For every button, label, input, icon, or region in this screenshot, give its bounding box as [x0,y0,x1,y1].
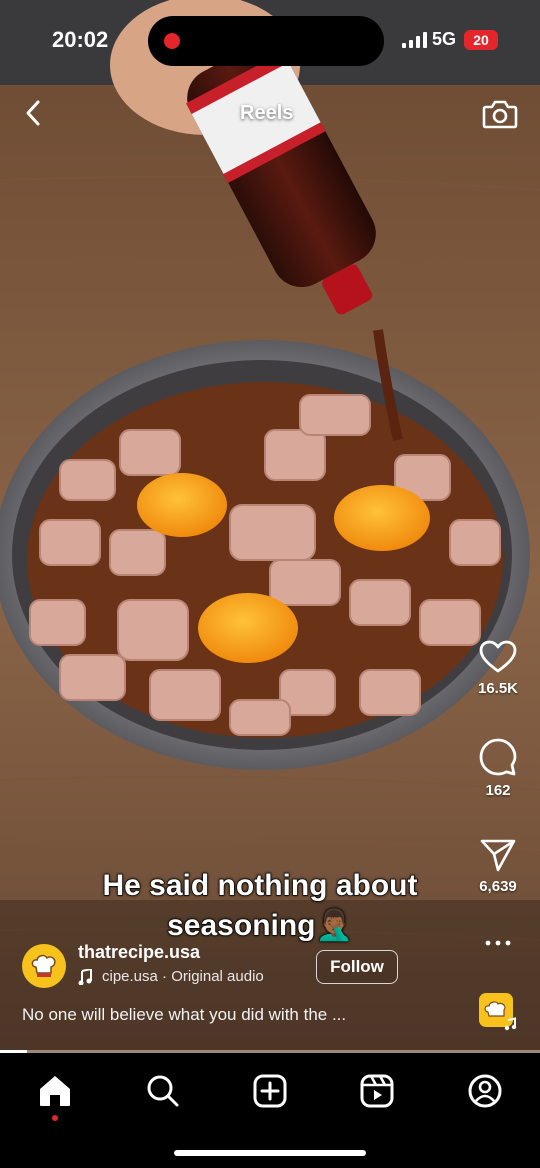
chevron-left-icon [26,100,40,126]
caption-line-1: He said nothing about [102,868,418,902]
status-bar: 20:02 5G 20 [0,0,540,80]
more-button[interactable] [466,938,530,948]
reel-description[interactable]: No one will believe what you did with th… [22,1005,442,1025]
recording-indicator [164,33,180,49]
reels-header: Reels [0,90,540,140]
battery-level: 20 [464,30,498,50]
more-action [466,938,530,948]
profile-icon [468,1074,502,1108]
create-icon [253,1074,287,1108]
network-type: 5G [432,29,457,49]
home-active-dot [52,1115,58,1121]
home-indicator [174,1150,366,1156]
facepalm-emoji: 🤦🏾‍♂️ [315,909,353,942]
send-icon [480,839,516,872]
like-button[interactable] [466,640,530,674]
like-action: 16.5K [466,640,530,697]
camera-button[interactable] [480,96,520,132]
tab-reels[interactable] [355,1069,399,1113]
tab-home[interactable] [33,1069,77,1113]
share-action: 6,639 [466,838,530,895]
share-button[interactable] [466,838,530,872]
reels-screen: 20:02 5G 20 Reels 16.5K 162 6,639 He sai… [0,0,540,1168]
author-row: thatrecipe.usa cipe.usa · Original audio… [22,940,462,996]
bottom-nav [0,1053,540,1168]
comment-action: 162 [466,738,530,799]
comment-count: 162 [485,782,511,799]
tab-profile[interactable] [463,1069,507,1113]
audio-info[interactable]: cipe.usa · Original audio [78,968,264,985]
dynamic-island [148,16,384,66]
tab-create[interactable] [248,1069,292,1113]
more-horizontal-icon [485,940,511,946]
camera-icon [482,100,518,129]
video-caption: He said nothing about seasoning🤦🏾‍♂️ [60,866,460,946]
chef-hat-icon [31,954,56,977]
music-note-icon [78,968,92,985]
search-icon [147,1075,179,1107]
audio-thumbnail-icon [479,993,517,1031]
follow-button[interactable]: Follow [316,950,398,984]
share-count: 6,639 [479,878,517,895]
tab-search[interactable] [141,1069,185,1113]
like-count: 16.5K [477,680,519,697]
reels-icon [360,1074,394,1108]
page-title: Reels [240,102,294,124]
signal-icon [402,32,427,48]
comment-button[interactable] [466,738,530,776]
audio-label: cipe.usa · Original audio [102,968,264,985]
heart-icon [479,640,517,673]
home-icon [40,1076,70,1106]
original-audio-button[interactable] [478,992,518,1032]
caption-text: seasoning [167,908,317,942]
status-time: 20:02 [52,27,109,52]
author-username[interactable]: thatrecipe.usa [78,942,200,963]
back-button[interactable] [18,96,48,130]
comment-icon [479,738,517,776]
avatar[interactable] [22,944,66,988]
